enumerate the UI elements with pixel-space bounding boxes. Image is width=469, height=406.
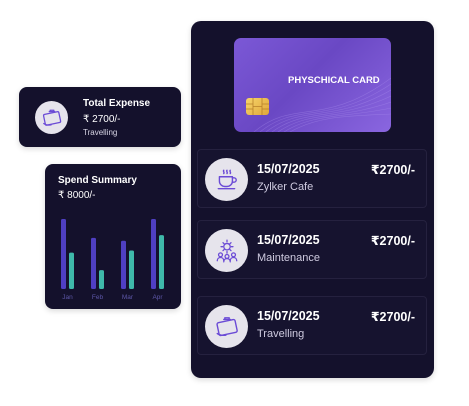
transaction-date: 15/07/2025 — [257, 309, 320, 323]
bar-mar-series-2 — [129, 250, 134, 289]
x-tick-label: Apr — [152, 294, 163, 301]
spend-summary-card[interactable]: Spend Summary ₹ 8000/- Jan Feb Mar Apr — [45, 164, 181, 309]
team-gear-icon — [205, 229, 248, 272]
total-expense-title: Total Expense — [83, 98, 151, 109]
transaction-name: Zylker Cafe — [257, 181, 314, 193]
transaction-row[interactable]: 15/07/2025 Zylker Cafe ₹2700/- — [197, 149, 427, 208]
total-expense-card[interactable]: Total Expense ₹ 2700/- Travelling — [19, 87, 181, 147]
x-tick-label: Feb — [92, 294, 104, 301]
transaction-amount: ₹2700/- — [370, 234, 415, 248]
coffee-cup-icon — [205, 158, 248, 201]
x-tick-label: Jan — [62, 294, 73, 301]
bar-feb-series-2 — [99, 270, 104, 289]
total-expense-amount: ₹ 2700/- — [83, 114, 121, 125]
bar-apr-series-2 — [159, 235, 164, 289]
transaction-amount: ₹2700/- — [370, 163, 415, 177]
bar-feb-series-1 — [91, 237, 96, 289]
bar-jan-series-2 — [69, 252, 74, 289]
spend-bar-chart: Jan Feb Mar Apr — [61, 219, 164, 301]
transaction-name: Maintenance — [257, 252, 320, 264]
transaction-row[interactable]: 15/07/2025 Travelling ₹2700/- — [197, 296, 427, 355]
x-tick-label: Mar — [122, 294, 134, 301]
bar-mar-series-1 — [121, 240, 126, 289]
physical-card-label: PHYSCHICAL CARD — [288, 75, 380, 86]
bar-apr-series-1 — [151, 219, 156, 289]
card-panel: PHYSCHICAL CARD 15/07/2025 Zylker Cafe ₹… — [191, 21, 434, 378]
transaction-date: 15/07/2025 — [257, 233, 320, 247]
transaction-name: Travelling — [257, 328, 305, 340]
transaction-amount: ₹2700/- — [370, 310, 415, 324]
travel-bag-icon — [205, 305, 248, 348]
chip-icon — [246, 98, 269, 115]
total-expense-category: Travelling — [83, 128, 118, 137]
bar-jan-series-1 — [61, 219, 66, 289]
travel-bag-icon — [35, 101, 68, 134]
transaction-row[interactable]: 15/07/2025 Maintenance ₹2700/- — [197, 220, 427, 279]
physical-card[interactable]: PHYSCHICAL CARD — [234, 38, 391, 132]
transaction-date: 15/07/2025 — [257, 162, 320, 176]
